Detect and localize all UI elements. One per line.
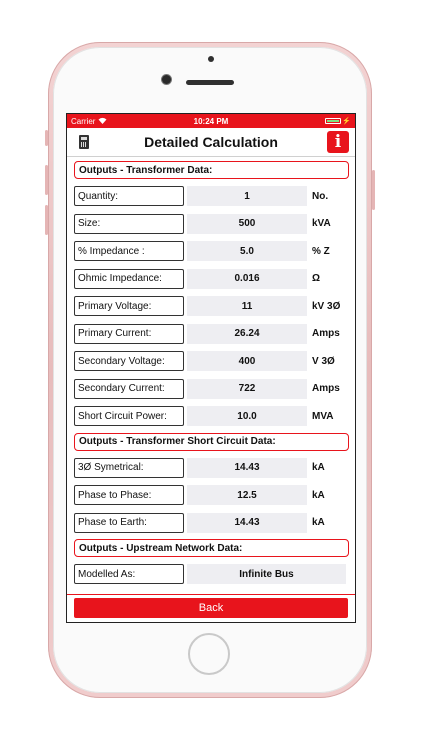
result-value: Infinite Bus: [187, 564, 346, 584]
result-value: 400: [187, 351, 307, 371]
result-label: Primary Voltage:: [74, 296, 184, 316]
back-button[interactable]: Back: [74, 598, 348, 618]
result-row: % Impedance : 5.0 % Z: [72, 240, 350, 262]
result-unit: kA: [312, 517, 325, 528]
result-row: Phase to Earth: 14.43 kA: [72, 512, 350, 534]
result-unit: MVA: [312, 410, 334, 422]
result-value: 1: [187, 186, 307, 206]
home-button[interactable]: [188, 633, 230, 675]
result-unit: kA: [312, 489, 325, 501]
page-title: Detailed Calculation: [144, 134, 278, 150]
result-label: 3Ø Symetrical:: [74, 457, 184, 478]
result-unit: kA: [312, 462, 325, 473]
results-content: Outputs - Transformer Data: Quantity: 1 …: [67, 157, 355, 585]
result-label: Secondary Current:: [74, 378, 184, 399]
result-value: 0.016: [187, 268, 307, 289]
result-value: 722: [187, 378, 307, 399]
result-label: Size:: [74, 213, 184, 234]
info-button[interactable]: i: [327, 131, 349, 153]
result-unit: Amps: [312, 383, 340, 394]
status-bar: Carrier 10:24 PM ⚡: [67, 114, 355, 128]
result-unit: Ω: [312, 273, 321, 284]
result-row: Quantity: 1 No.: [72, 185, 350, 207]
power-button: [372, 170, 375, 210]
result-row: Modelled As: Infinite Bus: [72, 563, 350, 585]
result-row: Ohmic Impedance: 0.016 Ω: [72, 268, 350, 290]
calculator-icon[interactable]: [79, 135, 89, 149]
app-screen: Carrier 10:24 PM ⚡ Detailed Calculation …: [67, 114, 355, 622]
result-label: Modelled As:: [74, 564, 184, 584]
result-unit: kVA: [312, 218, 331, 229]
result-value: 5.0: [187, 241, 307, 261]
result-value: 500: [187, 213, 307, 234]
proximity-sensor: [208, 56, 214, 62]
volume-up-button: [45, 165, 48, 195]
result-row: Secondary Current: 722 Amps: [72, 378, 350, 400]
result-unit: V 3Ø: [312, 355, 335, 367]
result-value: 14.43: [187, 457, 307, 478]
section-header-upstream: Outputs - Upstream Network Data:: [74, 539, 349, 557]
result-unit: % Z: [312, 245, 330, 257]
result-value: 14.43: [187, 512, 307, 533]
toolbar-divider: [67, 594, 355, 595]
status-time: 10:24 PM: [193, 116, 229, 126]
result-row: Secondary Voltage: 400 V 3Ø: [72, 350, 350, 372]
section-header-transformer: Outputs - Transformer Data:: [74, 161, 349, 179]
result-label: Short Circuit Power:: [74, 406, 184, 426]
result-value: 11: [187, 296, 307, 316]
result-row: Short Circuit Power: 10.0 MVA: [72, 405, 350, 427]
result-label: % Impedance :: [74, 241, 184, 261]
nav-bar: Detailed Calculation i: [67, 128, 355, 157]
result-label: Quantity:: [74, 186, 184, 206]
result-row: Phase to Phase: 12.5 kA: [72, 484, 350, 506]
result-label: Primary Current:: [74, 323, 184, 344]
result-label: Ohmic Impedance:: [74, 268, 184, 289]
result-value: 26.24: [187, 323, 307, 344]
result-unit: No.: [312, 190, 329, 202]
result-unit: Amps: [312, 328, 340, 339]
result-row: Size: 500 kVA: [72, 213, 350, 235]
earpiece-speaker: [186, 80, 234, 85]
result-label: Phase to Earth:: [74, 512, 184, 533]
result-row: 3Ø Symetrical: 14.43 kA: [72, 457, 350, 479]
result-value: 10.0: [187, 406, 307, 426]
volume-down-button: [45, 205, 48, 235]
result-value: 12.5: [187, 485, 307, 505]
battery-icon: [325, 118, 342, 124]
section-header-short-circuit: Outputs - Transformer Short Circuit Data…: [74, 432, 349, 451]
result-row: Primary Voltage: 11 kV 3Ø: [72, 295, 350, 317]
result-row: Primary Current: 26.24 Amps: [72, 323, 350, 345]
mute-switch: [45, 130, 48, 146]
front-camera: [162, 75, 171, 84]
result-label: Phase to Phase:: [74, 485, 184, 505]
result-label: Secondary Voltage:: [74, 351, 184, 371]
result-unit: kV 3Ø: [312, 300, 341, 312]
